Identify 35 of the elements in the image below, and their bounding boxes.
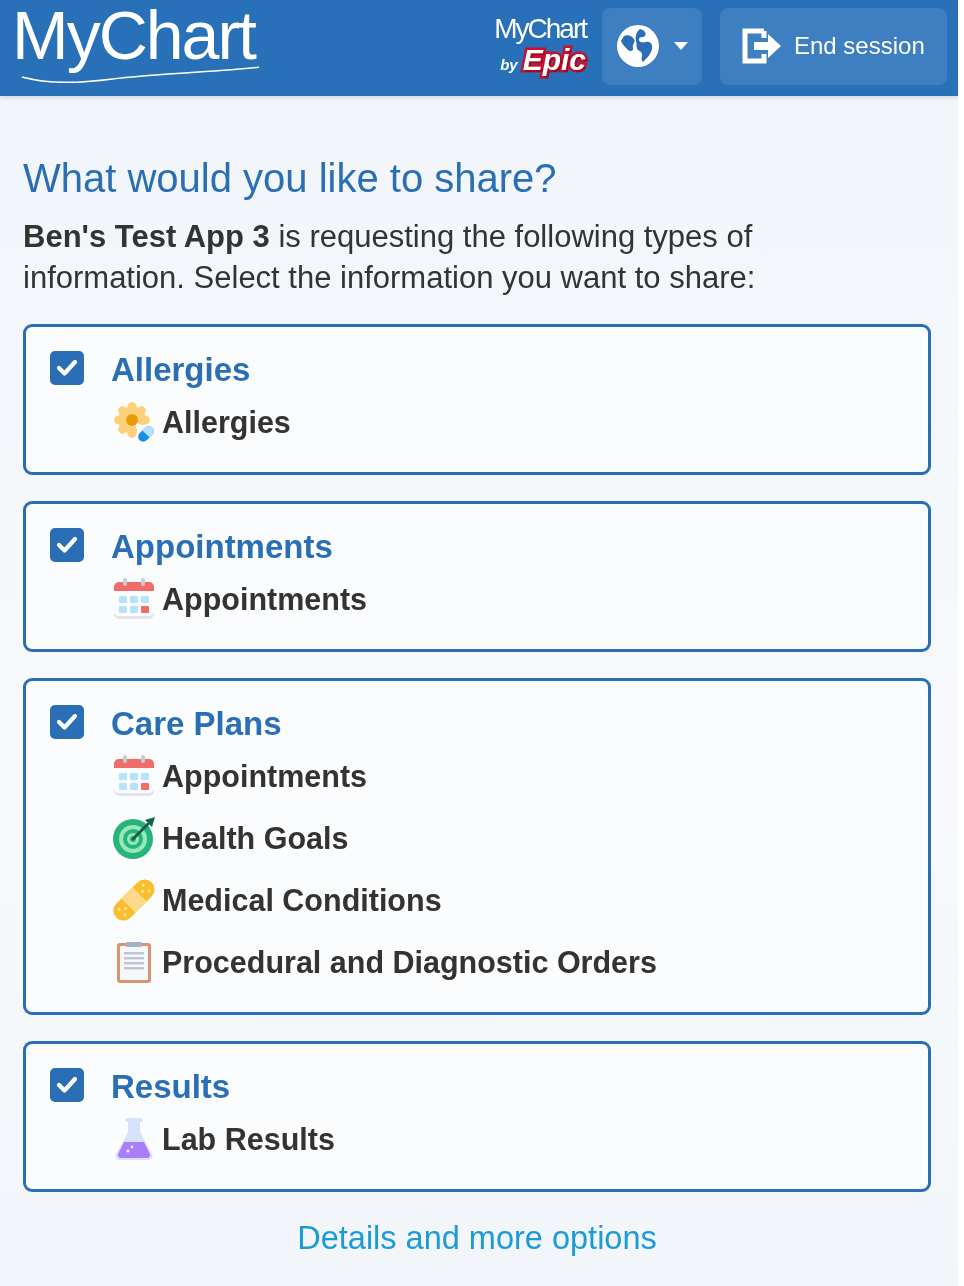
calendar-icon [112,754,156,798]
checkmark-icon [57,537,77,553]
category-title: Appointments [111,527,333,567]
globe-icon [616,24,660,68]
details-link[interactable]: Details and more options [297,1218,657,1258]
item-label: Lab Results [162,1121,335,1158]
epic-logo: Epic [522,44,586,76]
item-label: Allergies [162,404,291,442]
checkbox[interactable] [50,705,84,739]
item-label: Medical Conditions [162,882,442,919]
partner-logo-name: MyChart [494,14,586,44]
item-label: Appointments [162,758,367,796]
language-button[interactable] [602,7,702,85]
category-title: Results [111,1067,231,1107]
checkbox[interactable] [50,351,84,385]
calendar-icon [112,577,156,621]
by-text: by [500,56,518,73]
category-title: Care Plans [111,704,282,744]
checkmark-icon [57,1077,77,1093]
mychart-logo[interactable]: MyChart [12,0,261,83]
item-label: Appointments [162,581,367,619]
item-label: Procedural and Diagnostic Orders [162,944,657,982]
intro-text: Ben's Test App 3 is requesting the following types of information. Select the information you want to share: [23,218,757,297]
checkmark-icon [57,360,77,376]
checkmark-icon [57,714,77,730]
page-title: What would you like to share? [23,155,558,201]
category-title: Allergies [111,350,251,390]
checkbox[interactable] [50,528,84,562]
item-label: Health Goals [162,820,349,857]
exit-icon [742,28,782,64]
end-session-button[interactable]: End session [720,7,947,85]
flower-pill-icon [112,400,156,444]
checkbox[interactable] [50,1068,84,1102]
target-icon [112,816,156,860]
caret-icon [674,42,688,50]
